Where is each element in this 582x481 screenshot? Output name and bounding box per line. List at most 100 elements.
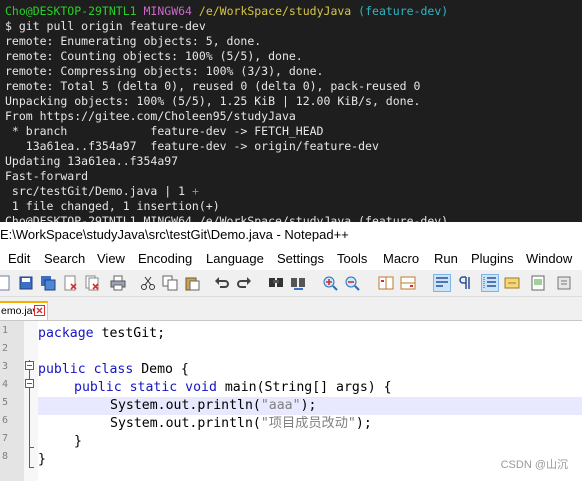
code-keyword: public static void [74, 380, 217, 395]
redo-icon[interactable] [236, 275, 252, 291]
code-line: } [74, 434, 82, 449]
diffstat-plus: + [191, 184, 199, 198]
undo-icon[interactable] [214, 275, 230, 291]
save-all-icon[interactable] [40, 275, 56, 291]
git-bash-terminal[interactable]: Cho@DESKTOP-29TNTL1 MINGW64 /e/WorkSpace… [0, 0, 582, 222]
terminal-next-prompt: Cho@DESKTOP-29TNTL1 MINGW64 /e/WorkSpace… [5, 214, 449, 222]
terminal-output-line: remote: Enumerating objects: 5, done. [5, 34, 262, 48]
code-keyword: package [38, 326, 94, 341]
fold-end-marker [29, 467, 34, 468]
zoom-in-icon[interactable] [322, 275, 338, 291]
terminal-command: $ git pull origin feature-dev [5, 19, 206, 33]
line-number: 7 [1, 433, 8, 444]
fold-margin [24, 321, 38, 481]
new-file-icon[interactable] [0, 275, 12, 291]
close-all-icon[interactable] [84, 275, 100, 291]
terminal-output-line: Fast-forward [5, 169, 89, 183]
tab-demo-java[interactable]: emo.java [0, 301, 48, 320]
cut-icon[interactable] [140, 275, 156, 291]
word-wrap-icon[interactable] [433, 274, 451, 292]
notepadpp-window: E:\WorkSpace\studyJava\src\testGit\Demo.… [0, 222, 582, 481]
code-text: ); [355, 416, 372, 431]
tab-bar: emo.java [0, 297, 582, 321]
fold-toggle-class[interactable] [25, 361, 34, 370]
menu-language[interactable]: Language [206, 248, 264, 270]
paste-icon[interactable] [184, 275, 200, 291]
sync-horizontal-icon[interactable] [400, 275, 416, 291]
code-text: System.out.println( [110, 416, 261, 431]
copy-icon[interactable] [162, 275, 178, 291]
code-line: System.out.println("项目成员改动"); [110, 415, 372, 433]
code-text: ); [300, 398, 317, 413]
menu-settings[interactable]: Settings [277, 248, 324, 270]
replace-icon[interactable] [290, 275, 306, 291]
code-line: } [38, 452, 46, 467]
print-icon[interactable] [110, 275, 126, 291]
diffstat-file: src/testGit/Demo.java | 1 [5, 184, 192, 198]
prompt-user-host: Cho@DESKTOP-29TNTL1 [5, 4, 137, 18]
menu-tools[interactable]: Tools [337, 248, 367, 270]
line-number-gutter: 1 2 3 4 5 6 7 8 [0, 321, 24, 481]
save-icon[interactable] [18, 275, 34, 291]
menu-window[interactable]: Window [526, 248, 572, 270]
code-text: Demo { [133, 362, 189, 377]
terminal-output-line: Unpacking objects: 100% (5/5), 1.25 KiB … [5, 94, 421, 108]
terminal-summary-line: 1 file changed, 1 insertion(+) [5, 199, 220, 213]
code-text: main(String[] args) { [216, 380, 392, 395]
code-text: testGit; [93, 326, 166, 341]
watermark: CSDN @山沉 [500, 459, 568, 471]
show-all-characters-icon[interactable] [456, 275, 472, 291]
line-number: 3 [1, 361, 8, 372]
fold-end-marker [29, 447, 34, 448]
terminal-output-line: From https://gitee.com/Choleen95/studyJa… [5, 109, 296, 123]
fold-toggle-method[interactable] [25, 379, 34, 388]
line-number: 5 [1, 397, 8, 408]
menu-search[interactable]: Search [44, 248, 85, 270]
sync-vertical-icon[interactable] [378, 275, 394, 291]
code-line: public static void main(String[] args) { [74, 379, 392, 397]
terminal-output-line: remote: Total 5 (delta 0), reused 0 (del… [5, 79, 421, 93]
toolbar [0, 270, 582, 297]
tab-close-icon[interactable] [34, 305, 45, 316]
window-title: E:\WorkSpace\studyJava\src\testGit\Demo.… [0, 227, 349, 242]
menu-bar: Edit Search View Encoding Language Setti… [0, 248, 582, 270]
find-icon[interactable] [268, 275, 284, 291]
code-string: "aaa" [260, 398, 301, 413]
code-line: System.out.println("aaa"); [110, 397, 316, 415]
zoom-out-icon[interactable] [344, 275, 360, 291]
terminal-prompt: Cho@DESKTOP-29TNTL1 MINGW64 /e/WorkSpace… [5, 4, 448, 19]
code-editor[interactable]: 1 2 3 4 5 6 7 8 package testGit; public … [0, 321, 582, 481]
code-line: package testGit; [38, 325, 165, 343]
code-keyword: public class [38, 362, 134, 377]
menu-run[interactable]: Run [434, 248, 458, 270]
terminal-output-line: remote: Compressing objects: 100% (3/3),… [5, 64, 324, 78]
prompt-shell: MINGW64 [143, 4, 192, 18]
line-number: 6 [1, 415, 8, 426]
menu-macro[interactable]: Macro [383, 248, 419, 270]
menu-edit[interactable]: Edit [8, 248, 30, 270]
line-number: 2 [1, 343, 8, 354]
fold-line [29, 360, 30, 468]
terminal-output-line: Updating 13a61ea..f354a97 [5, 154, 179, 168]
line-number: 8 [1, 451, 8, 462]
code-text: System.out.println( [110, 398, 261, 413]
indent-guide-icon[interactable] [481, 274, 499, 292]
terminal-diffstat-line: src/testGit/Demo.java | 1 + [5, 184, 199, 199]
prompt-branch: (feature-dev) [358, 4, 449, 18]
code-string: "项目成员改动" [260, 416, 356, 431]
user-defined-language-icon[interactable] [504, 275, 520, 291]
code-line: public class Demo { [38, 361, 189, 379]
line-number: 1 [1, 325, 8, 336]
document-map-icon[interactable] [530, 275, 546, 291]
close-file-icon[interactable] [62, 275, 78, 291]
terminal-output-line: 13a61ea..f354a97 feature-dev -> origin/f… [5, 139, 379, 153]
menu-plugins[interactable]: Plugins [471, 248, 514, 270]
menu-encoding[interactable]: Encoding [138, 248, 192, 270]
prompt-path: /e/WorkSpace/studyJava [198, 4, 352, 18]
window-titlebar[interactable]: E:\WorkSpace\studyJava\src\testGit\Demo.… [0, 222, 582, 248]
menu-view[interactable]: View [97, 248, 125, 270]
terminal-output-line: * branch feature-dev -> FETCH_HEAD [5, 124, 324, 138]
terminal-output-line: remote: Counting objects: 100% (5/5), do… [5, 49, 303, 63]
function-list-icon[interactable] [556, 275, 572, 291]
line-number: 4 [1, 379, 8, 390]
